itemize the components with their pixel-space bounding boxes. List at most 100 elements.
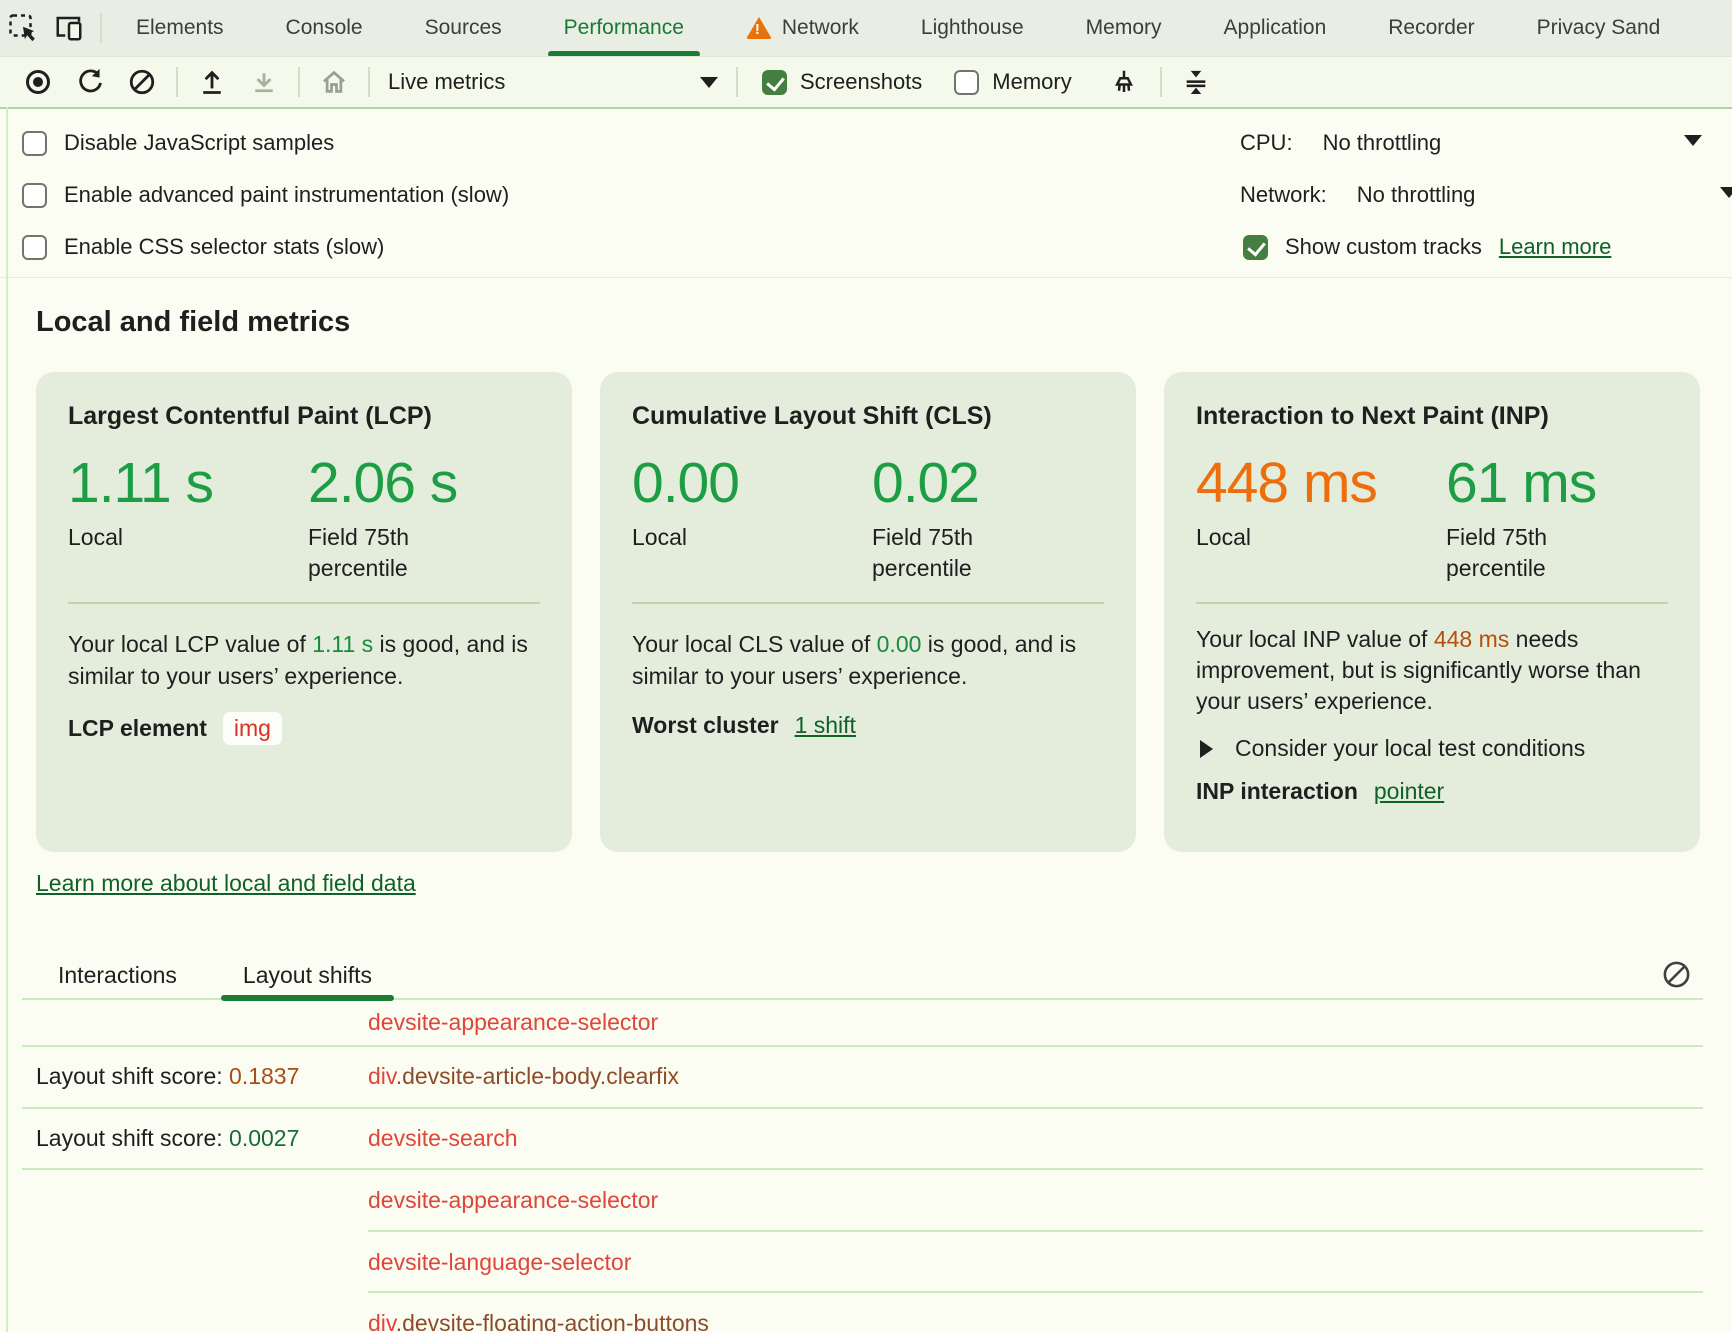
cls-card-title: Cumulative Layout Shift (CLS): [632, 400, 1104, 432]
custom-tracks-label: Show custom tracks: [1285, 234, 1482, 260]
layout-shift-row[interactable]: devsite-language-selector: [22, 1232, 1703, 1294]
tabbar-separator: [100, 13, 102, 43]
inspect-element-icon[interactable]: [0, 5, 46, 51]
reload-record-icon[interactable]: [68, 62, 112, 102]
toolbar-separator: [298, 67, 300, 97]
inp-local-label: Local: [1196, 522, 1371, 553]
checkbox-label: Enable CSS selector stats (slow): [64, 234, 384, 260]
element-link-classes[interactable]: .devsite-article-body.clearfix: [396, 1063, 679, 1089]
advanced-paint-checkbox[interactable]: Enable advanced paint instrumentation (s…: [22, 173, 509, 217]
memory-checkbox[interactable]: Memory: [954, 69, 1071, 95]
tab-elements[interactable]: Elements: [110, 0, 250, 57]
tab-privacy-sandbox[interactable]: Privacy Sand: [1511, 0, 1687, 57]
checkbox-unchecked-icon: [22, 131, 47, 156]
checkbox-unchecked-icon: [22, 235, 47, 260]
layout-shift-row[interactable]: div.devsite-floating-action-buttons: [22, 1293, 1703, 1332]
screenshots-checkbox[interactable]: Screenshots: [762, 69, 922, 95]
chevron-down-icon[interactable]: [1684, 135, 1702, 146]
element-link[interactable]: div: [368, 1063, 396, 1089]
gc-broom-icon[interactable]: [1102, 62, 1146, 102]
desc-value: 1.11 s: [312, 631, 373, 657]
network-value: No throttling: [1357, 182, 1476, 208]
tab-layout-shifts[interactable]: Layout shifts: [221, 951, 394, 999]
cpu-label: CPU:: [1240, 130, 1293, 156]
inp-interaction-label: INP interaction: [1196, 778, 1358, 805]
tab-recorder[interactable]: Recorder: [1362, 0, 1500, 57]
consider-conditions-disclosure[interactable]: Consider your local test conditions: [1196, 735, 1668, 762]
toolbar-separator: [368, 67, 370, 97]
tab-label: Interactions: [58, 962, 177, 989]
element-link[interactable]: devsite-appearance-selector: [368, 1009, 658, 1035]
cls-local-value: 0.00: [632, 452, 872, 514]
tab-interactions[interactable]: Interactions: [36, 951, 199, 999]
card-divider: [1196, 602, 1668, 604]
record-icon[interactable]: [16, 62, 60, 102]
memory-label: Memory: [992, 69, 1071, 95]
chevron-down-icon[interactable]: [1720, 187, 1732, 198]
element-link[interactable]: div: [368, 1310, 396, 1332]
layout-shift-row[interactable]: Layout shift score: 0.0027 devsite-searc…: [22, 1109, 1703, 1171]
checkbox-checked-icon: [762, 70, 787, 95]
upload-profile-icon[interactable]: [190, 62, 234, 102]
tab-sources[interactable]: Sources: [399, 0, 528, 57]
toolbar-separator: [736, 67, 738, 97]
tab-network[interactable]: Network: [720, 0, 885, 57]
tab-label: Privacy Sand: [1537, 16, 1661, 40]
layout-shift-row[interactable]: devsite-appearance-selector: [22, 1170, 1703, 1232]
css-selector-stats-checkbox[interactable]: Enable CSS selector stats (slow): [22, 225, 384, 269]
devtools-tab-bar: Elements Console Sources Performance Net…: [0, 0, 1732, 57]
checkbox-unchecked-icon: [22, 183, 47, 208]
clear-icon[interactable]: [120, 62, 164, 102]
cls-card: Cumulative Layout Shift (CLS) 0.00 Local…: [600, 372, 1136, 852]
card-divider: [68, 602, 540, 604]
lcp-element-chip[interactable]: img: [223, 712, 282, 745]
tab-label: Memory: [1086, 16, 1162, 40]
tab-label: Sources: [425, 16, 502, 40]
collapse-panel-icon[interactable]: [1174, 62, 1218, 102]
panel-left-border: [6, 107, 8, 1332]
worst-cluster-link[interactable]: 1 shift: [795, 712, 856, 739]
element-link[interactable]: devsite-language-selector: [368, 1249, 631, 1275]
checkbox-unchecked-icon: [954, 70, 979, 95]
inp-card: Interaction to Next Paint (INP) 448 ms L…: [1164, 372, 1700, 852]
toolbar-separator: [1160, 67, 1162, 97]
layout-shift-row[interactable]: Layout shift score: 0.1837 div.devsite-a…: [22, 1047, 1703, 1109]
tab-label: Lighthouse: [921, 16, 1024, 40]
home-icon[interactable]: [312, 62, 356, 102]
download-profile-icon[interactable]: [242, 62, 286, 102]
show-custom-tracks-checkbox[interactable]: Show custom tracks Learn more: [1243, 225, 1611, 269]
learn-more-field-data-link[interactable]: Learn more about local and field data: [36, 870, 416, 897]
clear-log-icon[interactable]: [1660, 958, 1692, 990]
lcp-local-label: Local: [68, 522, 243, 553]
device-toolbar-icon[interactable]: [46, 5, 92, 51]
tab-performance[interactable]: Performance: [538, 0, 710, 57]
score-label: Layout shift score:: [36, 1063, 229, 1089]
tab-memory[interactable]: Memory: [1060, 0, 1188, 57]
desc-value: 448 ms: [1434, 626, 1509, 652]
element-link[interactable]: devsite-search: [368, 1125, 518, 1151]
tab-application[interactable]: Application: [1198, 0, 1353, 57]
inp-field-value: 61 ms: [1446, 452, 1621, 514]
chevron-down-icon: [700, 77, 718, 88]
disclosure-triangle-icon: [1200, 740, 1213, 758]
layout-shift-row[interactable]: devsite-appearance-selector: [22, 1000, 1703, 1047]
layout-shift-list: devsite-appearance-selector Layout shift…: [22, 1000, 1703, 1332]
score-value: 0.0027: [229, 1125, 299, 1151]
network-throttling-select[interactable]: Network: No throttling: [1240, 173, 1475, 217]
disable-js-samples-checkbox[interactable]: Disable JavaScript samples: [22, 121, 334, 165]
lcp-field-value: 2.06 s: [308, 452, 483, 514]
view-mode-dropdown[interactable]: Live metrics: [388, 69, 718, 95]
performance-settings-pane: Disable JavaScript samples Enable advanc…: [0, 107, 1732, 278]
learn-more-link[interactable]: Learn more: [1499, 234, 1612, 260]
element-link[interactable]: devsite-appearance-selector: [368, 1187, 658, 1213]
consider-conditions-label: Consider your local test conditions: [1235, 735, 1585, 762]
element-link-classes[interactable]: .devsite-floating-action-buttons: [396, 1310, 709, 1332]
warning-icon: [746, 17, 772, 39]
tab-label: Performance: [564, 16, 684, 40]
tab-console[interactable]: Console: [260, 0, 389, 57]
cpu-throttling-select[interactable]: CPU: No throttling: [1240, 121, 1441, 165]
inp-interaction-link[interactable]: pointer: [1374, 778, 1444, 805]
screenshots-label: Screenshots: [800, 69, 922, 95]
lcp-element-label: LCP element: [68, 715, 207, 742]
tab-lighthouse[interactable]: Lighthouse: [895, 0, 1050, 57]
